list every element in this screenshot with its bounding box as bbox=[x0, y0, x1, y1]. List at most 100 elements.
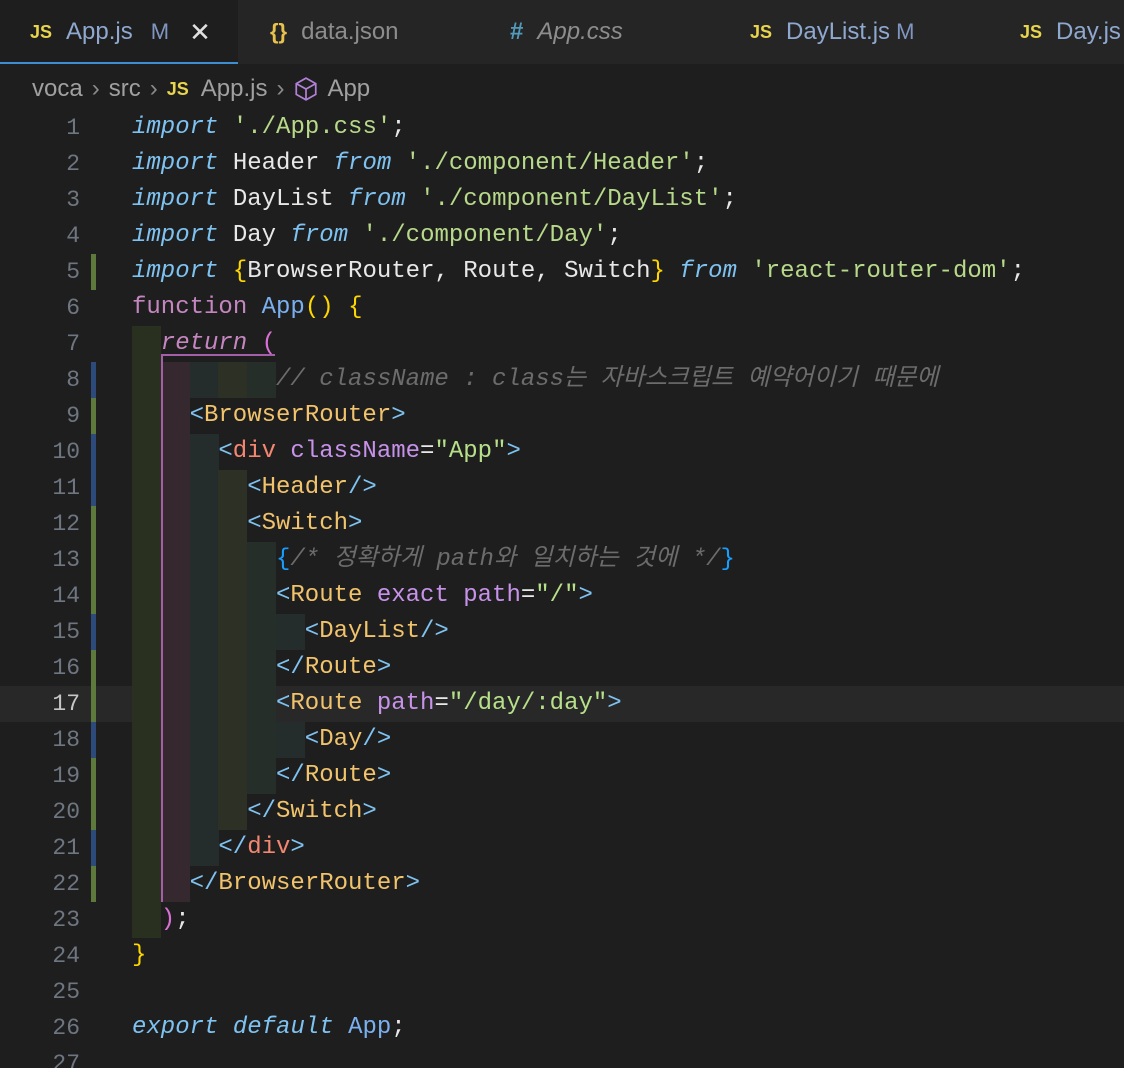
git-change-marker[interactable] bbox=[91, 614, 96, 650]
tab-daylist-js[interactable]: JS DayList.js M bbox=[750, 0, 914, 64]
code-text: <Switch> bbox=[247, 506, 362, 542]
code-line[interactable]: 13 {/* 정확하게 path와 일치하는 것에 */} bbox=[0, 542, 1124, 578]
indent-guide bbox=[160, 614, 190, 650]
code-line[interactable]: 6 function App() { bbox=[0, 290, 1124, 326]
breadcrumb-item-src[interactable]: src bbox=[109, 75, 141, 103]
code-line[interactable]: 14 <Route exact path="/"> bbox=[0, 578, 1124, 614]
indent-guide bbox=[132, 830, 161, 866]
code-token: from bbox=[348, 186, 406, 213]
chevron-right-icon: › bbox=[149, 75, 158, 102]
line-number: 6 bbox=[66, 295, 80, 321]
git-change-marker[interactable] bbox=[91, 254, 96, 290]
bracket-pair-guide bbox=[161, 354, 275, 356]
indent-guide bbox=[218, 578, 248, 614]
code-line[interactable]: 8 // className : class는 자바스크립트 예약어이기 때문에 bbox=[0, 362, 1124, 398]
code-line[interactable]: 27 bbox=[0, 1046, 1124, 1068]
close-icon[interactable]: ✕ bbox=[189, 19, 211, 45]
indent-guide bbox=[189, 650, 219, 686]
indent-guide bbox=[132, 686, 161, 722]
indent-guide bbox=[247, 722, 277, 758]
code-token: path bbox=[463, 582, 521, 609]
code-line[interactable]: 10 <div className="App"> bbox=[0, 434, 1124, 470]
code-line[interactable]: 9 <BrowserRouter> bbox=[0, 398, 1124, 434]
code-line[interactable]: 7 return ( bbox=[0, 326, 1124, 362]
code-token: Route bbox=[304, 654, 377, 681]
code-line[interactable]: 24} bbox=[0, 938, 1124, 974]
git-change-marker[interactable] bbox=[91, 362, 96, 398]
code-token: DayList bbox=[218, 186, 349, 213]
code-line[interactable]: 5 import {BrowserRouter, Route, Switch} f… bbox=[0, 254, 1124, 290]
git-change-marker[interactable] bbox=[91, 578, 96, 614]
code-line[interactable]: 18 <Day/> bbox=[0, 722, 1124, 758]
javascript-file-icon: JS bbox=[166, 78, 189, 99]
indent-guide bbox=[132, 434, 161, 470]
git-change-marker[interactable] bbox=[91, 686, 96, 722]
code-line[interactable]: 17 <Route path="/day/:day"> bbox=[0, 686, 1124, 722]
code-line[interactable]: 22 </BrowserRouter> bbox=[0, 866, 1124, 902]
code-token: </ bbox=[247, 798, 276, 825]
indent-guide bbox=[132, 794, 161, 830]
breadcrumb-item-file[interactable]: App.js bbox=[201, 75, 268, 103]
code-line[interactable]: 21 </div> bbox=[0, 830, 1124, 866]
breadcrumb-item-symbol[interactable]: App bbox=[327, 75, 370, 103]
indent-guide bbox=[160, 398, 190, 434]
indent-guide bbox=[218, 794, 248, 830]
code-line[interactable]: 12 <Switch> bbox=[0, 506, 1124, 542]
code-token: "/" bbox=[535, 582, 579, 609]
tab-label: App.css bbox=[537, 18, 623, 45]
tab-app-js[interactable]: JS App.js M ✕ bbox=[0, 0, 238, 64]
code-editor[interactable]: 1 import './App.css'; 2 import Header from … bbox=[0, 110, 1124, 1068]
modified-flag: M bbox=[150, 19, 170, 44]
git-change-marker[interactable] bbox=[91, 650, 96, 686]
git-change-marker[interactable] bbox=[91, 794, 96, 830]
code-token: > bbox=[376, 762, 392, 789]
code-text: import './App.css'; bbox=[132, 110, 406, 146]
code-line[interactable]: 11 <Header/> bbox=[0, 470, 1124, 506]
code-line[interactable]: 16 </Route> bbox=[0, 650, 1124, 686]
code-text: } bbox=[132, 938, 146, 974]
code-token: function bbox=[132, 294, 248, 321]
code-line[interactable]: 3 import DayList from './component/DayLis… bbox=[0, 182, 1124, 218]
code-line[interactable]: 25 bbox=[0, 974, 1124, 1010]
code-token: < bbox=[247, 510, 262, 537]
indent-guide bbox=[132, 650, 161, 686]
line-number: 7 bbox=[66, 331, 80, 357]
code-token: < bbox=[276, 582, 291, 609]
git-change-marker[interactable] bbox=[91, 866, 96, 902]
code-token: 'react-router-dom' bbox=[751, 258, 1011, 285]
code-token: className bbox=[290, 438, 421, 465]
git-change-marker[interactable] bbox=[91, 434, 96, 470]
git-change-marker[interactable] bbox=[91, 506, 96, 542]
breadcrumb-item-voca[interactable]: voca bbox=[32, 75, 83, 103]
code-token: > bbox=[348, 510, 363, 537]
git-change-marker[interactable] bbox=[91, 722, 96, 758]
code-token: Header bbox=[261, 474, 349, 501]
indent-guide bbox=[160, 362, 190, 398]
tab-day-js[interactable]: JS Day.js bbox=[1020, 0, 1121, 64]
git-change-marker[interactable] bbox=[91, 758, 96, 794]
code-token: > bbox=[362, 798, 377, 825]
code-token: Route bbox=[290, 582, 363, 609]
line-number: 10 bbox=[52, 439, 80, 465]
code-line[interactable]: 15 <DayList/> bbox=[0, 614, 1124, 650]
tab-app-css[interactable]: # App.css bbox=[510, 0, 623, 64]
tab-data-json[interactable]: {} data.json bbox=[270, 0, 399, 64]
css-file-icon: # bbox=[510, 18, 524, 45]
code-text: <Route path="/day/:day"> bbox=[276, 686, 622, 722]
git-change-marker[interactable] bbox=[91, 470, 96, 506]
code-token: import bbox=[132, 258, 219, 285]
code-line[interactable]: 23); bbox=[0, 902, 1124, 938]
git-change-marker[interactable] bbox=[91, 398, 96, 434]
code-line[interactable]: 1 import './App.css'; bbox=[0, 110, 1124, 146]
git-change-marker[interactable] bbox=[91, 542, 96, 578]
code-line[interactable]: 19 </Route> bbox=[0, 758, 1124, 794]
code-line[interactable]: 2 import Header from './component/Header'… bbox=[0, 146, 1124, 182]
code-token: return bbox=[160, 330, 248, 357]
code-line[interactable]: 20 </Switch> bbox=[0, 794, 1124, 830]
code-line[interactable]: 26 export default App; bbox=[0, 1010, 1124, 1046]
git-change-marker[interactable] bbox=[91, 830, 96, 866]
code-line[interactable]: 4 import Day from './component/Day'; bbox=[0, 218, 1124, 254]
